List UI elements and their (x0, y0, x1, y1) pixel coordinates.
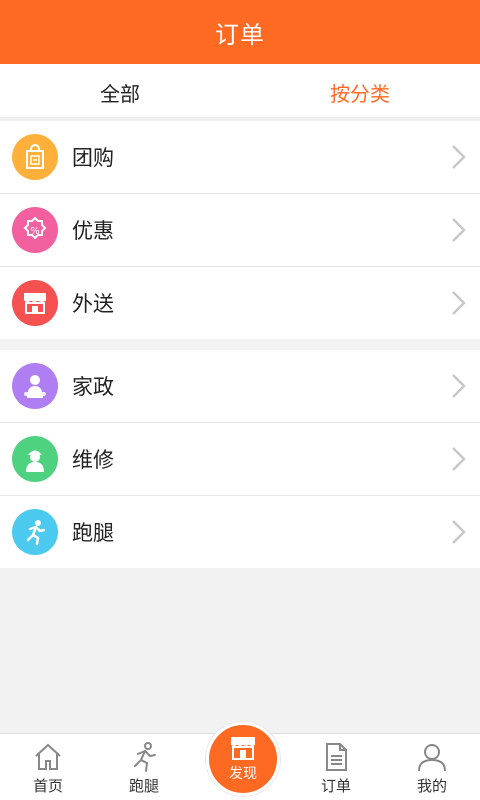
category-label: 优惠 (72, 219, 114, 243)
category-row-group-buy[interactable]: 团购 (0, 121, 480, 194)
runner-icon (12, 509, 58, 555)
category-group-2: 家政 维修 跑腿 (0, 350, 480, 568)
home-icon (35, 743, 61, 770)
category-label: 家政 (72, 375, 114, 399)
nav-label: 首页 (32, 777, 63, 795)
nav-profile[interactable]: 我的 (384, 734, 480, 800)
category-label: 外送 (72, 292, 114, 316)
category-row-discount[interactable]: % 优惠 (0, 194, 480, 267)
nav-label: 跑腿 (128, 777, 159, 795)
category-row-errand[interactable]: 跑腿 (0, 496, 480, 568)
chevron-right-icon (452, 447, 466, 471)
tab-divider (0, 117, 480, 120)
category-label: 维修 (72, 448, 114, 472)
nav-home[interactable]: 首页 (0, 734, 96, 800)
chevron-right-icon (452, 218, 466, 242)
category-label: 团购 (72, 146, 114, 170)
chevron-right-icon (452, 291, 466, 315)
nav-orders[interactable]: 订单 (288, 734, 384, 800)
page-title: 订单 (215, 20, 265, 49)
tab-label: 按分类 (330, 81, 390, 106)
tab-bar: 全部 按分类 (0, 64, 480, 120)
category-label: 跑腿 (72, 521, 114, 545)
category-group-1: 团购 % 优惠 外送 (0, 121, 480, 339)
housekeeper-icon (12, 363, 58, 409)
runner-icon (134, 742, 156, 772)
storefront-icon (12, 280, 58, 326)
chevron-right-icon (452, 520, 466, 544)
category-row-housekeeping[interactable]: 家政 (0, 350, 480, 423)
chevron-right-icon (452, 374, 466, 398)
repairman-icon (12, 436, 58, 482)
nav-label: 我的 (416, 777, 447, 795)
nav-errand[interactable]: 跑腿 (96, 734, 192, 800)
discover-label: 发现 (229, 766, 257, 782)
nav-label: 订单 (320, 777, 351, 795)
shopping-bag-icon (12, 134, 58, 180)
tab-all[interactable]: 全部 (0, 64, 240, 120)
category-row-delivery[interactable]: 外送 (0, 267, 480, 339)
discount-badge-icon: % (12, 207, 58, 253)
tab-by-category[interactable]: 按分类 (240, 64, 480, 120)
user-icon (418, 744, 446, 772)
svg-text:%: % (30, 226, 40, 237)
header: 订单 (0, 0, 480, 64)
chevron-right-icon (452, 145, 466, 169)
tab-label: 全部 (100, 81, 140, 106)
discover-button[interactable]: 发现 (206, 722, 280, 796)
category-row-repair[interactable]: 维修 (0, 423, 480, 496)
store-icon (230, 737, 256, 760)
document-icon (326, 743, 347, 771)
